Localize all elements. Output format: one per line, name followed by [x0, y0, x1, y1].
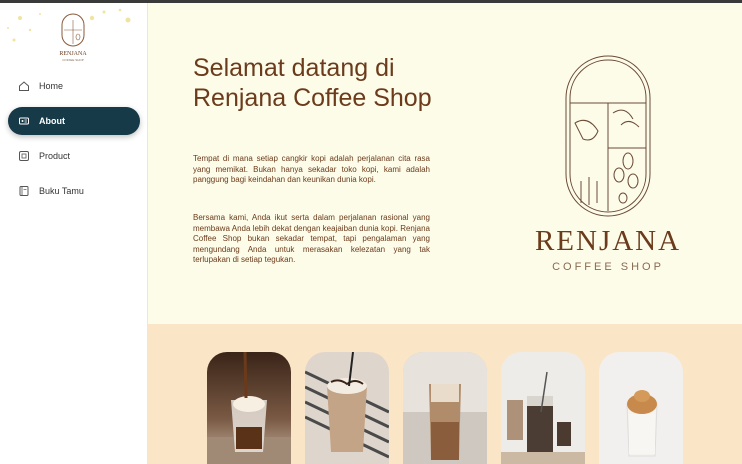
sidebar-item-label: Buku Tamu — [39, 186, 84, 196]
svg-text:RENJANA: RENJANA — [59, 51, 87, 57]
cold-brew-photo — [501, 352, 585, 464]
iced-latte-photo — [403, 352, 487, 464]
iced-mocha-photo — [305, 352, 389, 464]
product-icon — [18, 150, 30, 162]
sidebar: RENJANA COFFEE SHOP Home About Product B… — [0, 0, 148, 464]
sidebar-item-home[interactable]: Home — [8, 72, 140, 100]
brand-name: RENJANA — [534, 225, 682, 257]
about-icon — [18, 115, 30, 127]
hero-section: Selamat datang di Renjana Coffee Shop Te… — [148, 3, 742, 324]
sidebar-item-buku-tamu[interactable]: Buku Tamu — [8, 177, 140, 205]
top-border — [0, 0, 742, 3]
product-card[interactable] — [501, 352, 585, 464]
dalgona-photo — [599, 352, 683, 464]
sidebar-item-label: About — [39, 116, 65, 126]
product-card[interactable] — [305, 352, 389, 464]
sidebar-nav: Home About Product Buku Tamu — [8, 72, 140, 212]
product-card[interactable] — [207, 352, 291, 464]
hero-paragraph-2: Bersama kami, Anda ikut serta dalam perj… — [193, 213, 430, 264]
guestbook-icon — [18, 185, 30, 197]
product-card[interactable] — [599, 352, 683, 464]
sidebar-item-label: Product — [39, 151, 71, 161]
brand-subtitle: COFFEE SHOP — [552, 261, 664, 273]
renjana-brand-logo-icon — [565, 55, 651, 217]
affogato-photo — [207, 352, 291, 464]
sidebar-item-product[interactable]: Product — [8, 142, 140, 170]
sidebar-item-about[interactable]: About — [8, 107, 140, 135]
product-card[interactable] — [403, 352, 487, 464]
home-icon — [18, 80, 30, 92]
product-gallery — [148, 324, 742, 464]
svg-text:COFFEE SHOP: COFFEE SHOP — [62, 58, 84, 62]
page-title: Selamat datang di Renjana Coffee Shop — [193, 54, 432, 112]
sidebar-item-label: Home — [39, 81, 64, 91]
renjana-logo-icon: RENJANA COFFEE SHOP — [59, 13, 87, 62]
hero-paragraph-1: Tempat di mana setiap cangkir kopi adala… — [193, 154, 430, 184]
